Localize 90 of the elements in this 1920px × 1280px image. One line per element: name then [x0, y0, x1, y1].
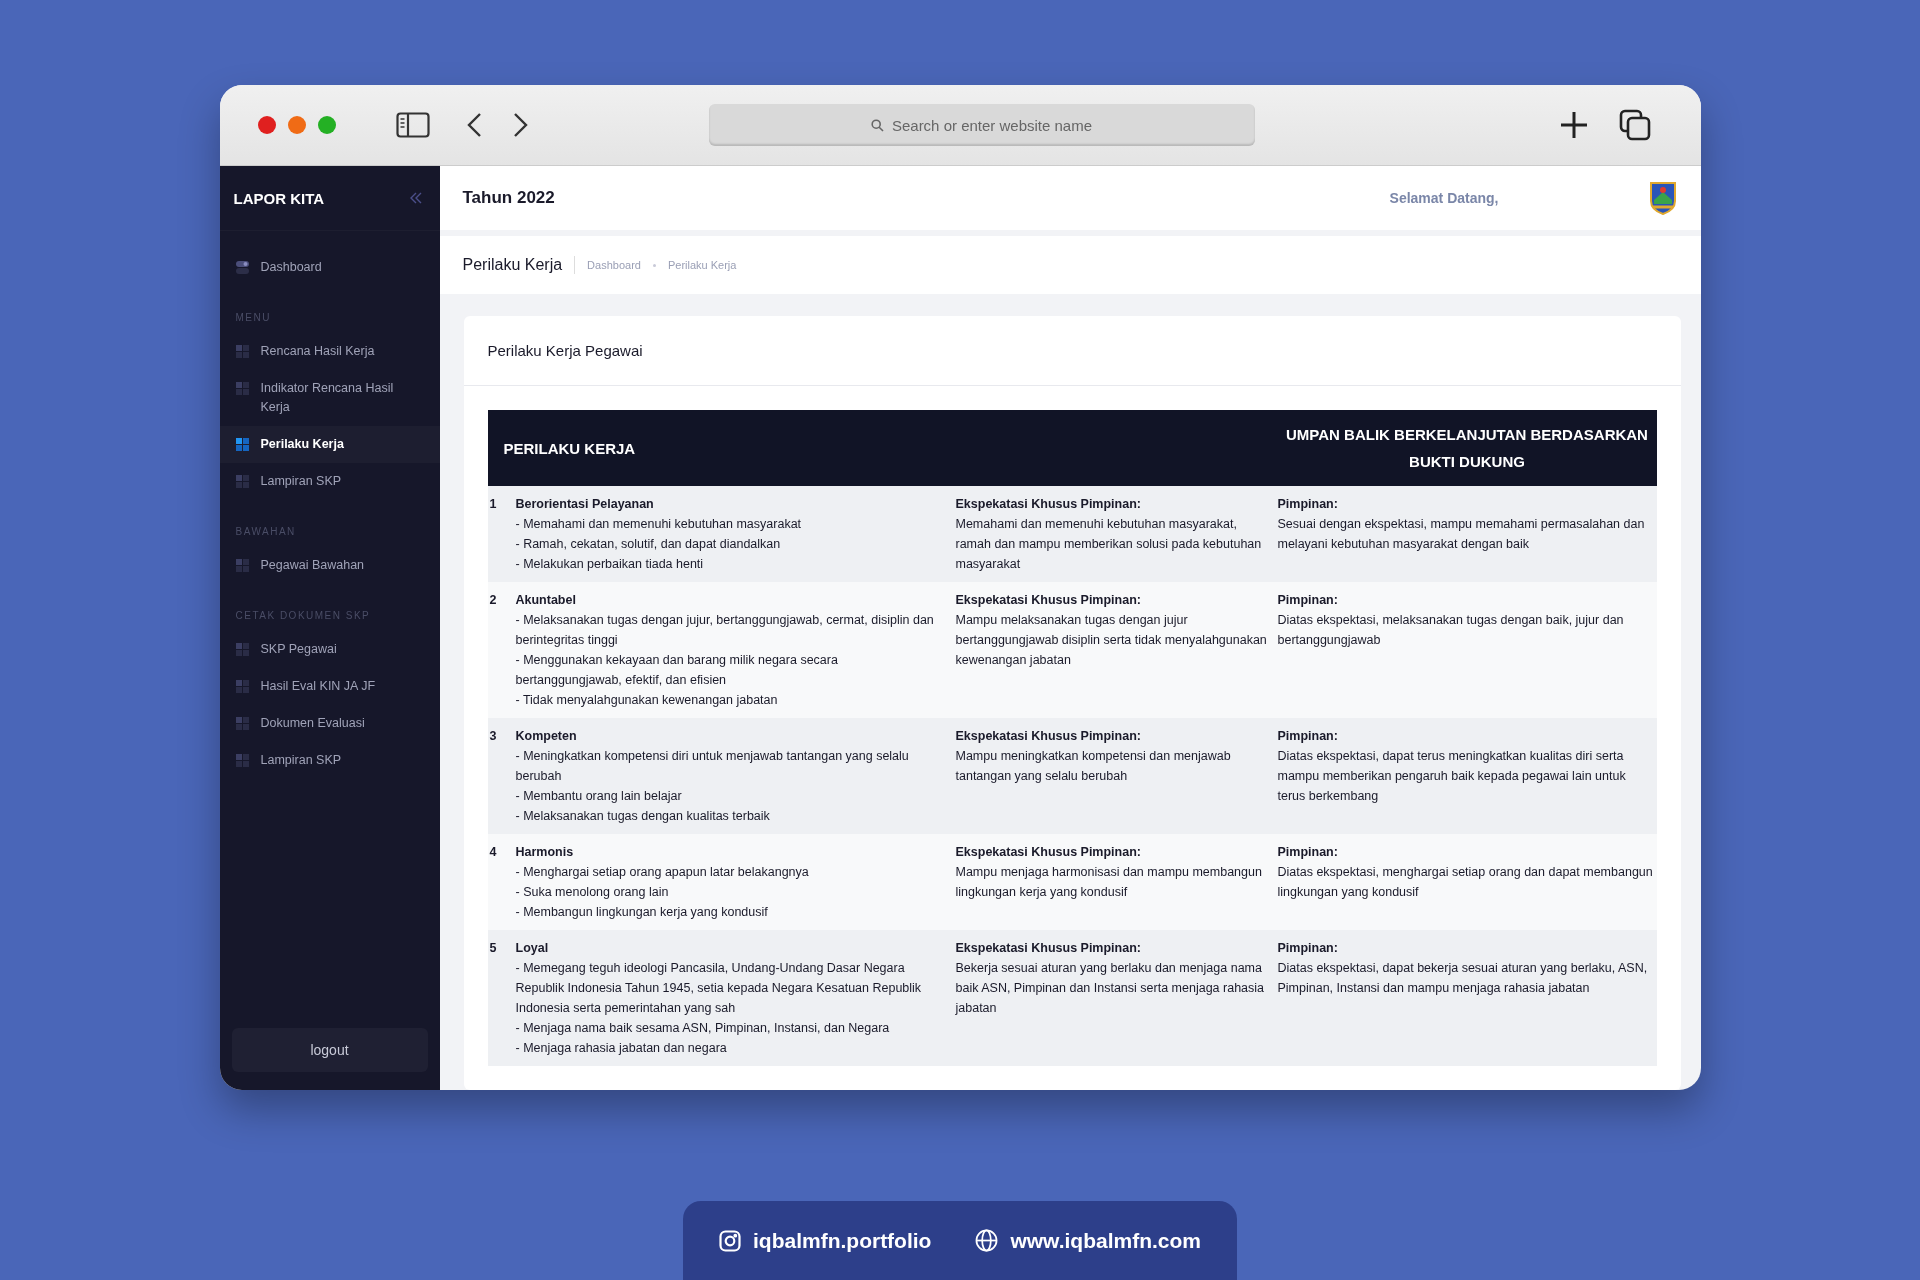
- row-number: 5: [488, 940, 498, 957]
- feedback-label: Pimpinan:: [1277, 592, 1339, 609]
- behavior-point: - Ramah, cekatan, solutif, dan dapat diandalkan: [515, 536, 782, 553]
- page-title: Tahun 2022: [462, 188, 555, 208]
- grid-icon: [235, 559, 249, 572]
- emblem-icon: [1648, 180, 1677, 216]
- feedback-label: Pimpinan:: [1277, 728, 1339, 745]
- credit-link[interactable]: www.iqbalmfn.com: [1010, 1228, 1202, 1253]
- behavior-point: - Membantu orang lain belajar: [515, 788, 683, 805]
- sidebar-item[interactable]: Perilaku Kerja: [219, 426, 440, 463]
- row-number: 2: [488, 592, 498, 609]
- sidebar-icon[interactable]: [395, 112, 430, 138]
- row-number: 1: [488, 496, 498, 513]
- grid-icon: [235, 382, 249, 395]
- expectation-label: Ekspekatasi Khusus Pimpinan:: [955, 728, 1142, 745]
- sidebar-item[interactable]: Rencana Hasil Kerja: [219, 333, 440, 370]
- feedback-label: Pimpinan:: [1277, 940, 1339, 957]
- expectation-label: Ekspekatasi Khusus Pimpinan:: [955, 940, 1142, 957]
- credit-link[interactable]: iqbalmfn.portfolio: [752, 1228, 932, 1253]
- behavior-title: Loyal: [515, 940, 550, 957]
- behavior-point: - Membangun lingkungan kerja yang kondusif: [515, 904, 769, 921]
- feedback-text: Diatas ekspektasi, dapat bekerja sesuai aturan yang berlaku, ASN, Pimpinan, Instansi dan mampu menjaga rahasia jabatan: [1277, 960, 1649, 997]
- behavior-point: - Memahami dan memenuhi kebutuhan masyarakat: [515, 516, 803, 533]
- camera-icon: [718, 1229, 741, 1252]
- minimize-window-button[interactable]: [287, 116, 306, 134]
- grid-icon: [235, 345, 249, 358]
- expectation-label: Ekspekatasi Khusus Pimpinan:: [955, 844, 1142, 861]
- behavior-title: Berorientasi Pelayanan: [515, 496, 655, 513]
- behavior-point: - Memegang teguh ideologi Pancasila, Undang-Undang Dasar Negara Republik Indonesia Tahun 1945, setia kepada Negara Kesatuan Republik Indonesia serta pemerintahan yang sah: [515, 960, 923, 1017]
- row-number: 4: [488, 844, 498, 861]
- column-header: PERILAKU KERJA: [502, 439, 637, 457]
- expectation-text: Bekerja sesuai aturan yang berlaku dan menjaga nama baik ASN, Pimpinan dan Instansi serta menjaga rahasia jabatan: [955, 960, 1265, 1017]
- behavior-point: - Menghargai setiap orang apapun latar belakangnya: [515, 864, 810, 881]
- sidebar-item[interactable]: Dashboard: [219, 249, 440, 286]
- sidebar-item[interactable]: SKP Pegawai: [219, 631, 440, 668]
- back-icon[interactable]: [465, 112, 482, 138]
- feedback-label: Pimpinan:: [1277, 844, 1339, 861]
- sidebar-item[interactable]: Lampiran SKP: [219, 742, 440, 779]
- behavior-point: - Suka menolong orang lain: [515, 884, 670, 901]
- sidebar-item[interactable]: Dokumen Evaluasi: [219, 705, 440, 742]
- behavior-point: - Tidak menyalahgunakan kewenangan jabatan: [515, 692, 779, 709]
- grid-icon: [235, 680, 249, 693]
- section-heading: BAWAHAN: [234, 525, 297, 539]
- grid-icon: [235, 438, 249, 451]
- feedback-text: Sesuai dengan ekspektasi, mampu memahami permasalahan dan melayani kebutuhan masyarakat dengan baik: [1277, 516, 1646, 553]
- feedback-text: Diatas ekspektasi, melaksanakan tugas dengan baik, jujur dan bertanggungjawab: [1277, 612, 1625, 649]
- toggle-icon: [235, 261, 249, 274]
- behavior-point: - Menjaga nama baik sesama ASN, Pimpinan, Instansi, dan Negara: [515, 1020, 891, 1037]
- behavior-title: Harmonis: [515, 844, 575, 861]
- app-brand: LAPOR KITA: [233, 189, 325, 207]
- expectation-text: Mampu menjaga harmonisasi dan mampu membangun lingkungan kerja yang kondusif: [955, 864, 1263, 901]
- behavior-title: Kompeten: [515, 728, 578, 745]
- feedback-text: Diatas ekspektasi, dapat terus meningkatkan kualitas diri serta mampu memberikan pengaruh baik kepada pegawai lain untuk terus berkembang: [1277, 748, 1627, 805]
- grid-icon: [235, 717, 249, 730]
- globe-icon: [975, 1229, 999, 1252]
- behavior-point: - Melakukan perbaikan tiada henti: [515, 556, 705, 573]
- behavior-point: - Melaksanakan tugas dengan jujur, bertanggungjawab, cermat, disiplin dan berintegritas tinggi: [515, 612, 935, 649]
- sidebar-item[interactable]: Lampiran SKP: [219, 463, 440, 500]
- grid-icon: [235, 754, 249, 767]
- card-title: Perilaku Kerja Pegawai: [463, 316, 1681, 386]
- close-window-button[interactable]: [257, 116, 276, 134]
- greeting: Selamat Datang,: [1389, 190, 1499, 206]
- section-heading: CETAK DOKUMEN SKP: [234, 609, 372, 623]
- expectation-label: Ekspekatasi Khusus Pimpinan:: [955, 496, 1142, 513]
- logout-button[interactable]: logout: [231, 1028, 428, 1072]
- address-bar[interactable]: Search or enter website name: [708, 104, 1255, 146]
- behavior-point: - Melaksanakan tugas dengan kualitas terbaik: [515, 808, 771, 825]
- behavior-point: - Menjaga rahasia jabatan dan negara: [515, 1040, 728, 1057]
- row-number: 3: [488, 728, 498, 745]
- new-tab-icon[interactable]: [1558, 110, 1589, 140]
- column-header: UMPAN BALIK BERKELANJUTAN BERDASARKAN BUKTI DUKUNG: [1285, 425, 1649, 472]
- grid-icon: [235, 643, 249, 656]
- forward-icon[interactable]: [512, 112, 529, 138]
- expectation-text: Memahami dan memenuhi kebutuhan masyarakat, ramah dan mampu memberikan solusi pada kebutuhan masyarakat: [955, 516, 1263, 573]
- grid-icon: [235, 475, 249, 488]
- sidebar-item[interactable]: Pegawai Bawahan: [219, 547, 440, 584]
- behavior-point: - Meningkatkan kompetensi diri untuk menjawab tantangan yang selalu berubah: [515, 748, 910, 785]
- behavior-title: Akuntabel: [515, 592, 577, 609]
- section-title: Perilaku Kerja: [462, 256, 576, 274]
- search-icon: [870, 118, 884, 132]
- expectation-label: Ekspekatasi Khusus Pimpinan:: [955, 592, 1142, 609]
- section-heading: MENU: [234, 311, 272, 325]
- expectation-text: Mampu melaksanakan tugas dengan jujur bertanggungjawab disiplin serta tidak menyalahgunakan kewenangan jabatan: [955, 612, 1268, 669]
- behavior-point: - Menggunakan kekayaan dan barang milik negara secara bertanggungjawab, efektif, dan efisien: [515, 652, 839, 689]
- feedback-text: Diatas ekspektasi, menghargai setiap orang dan dapat membangun lingkungan yang kondusif: [1277, 864, 1654, 901]
- tabs-icon[interactable]: [1618, 109, 1651, 141]
- expectation-text: Mampu meningkatkan kompetensi dan menjawab tantangan yang selalu berubah: [955, 748, 1232, 785]
- feedback-label: Pimpinan:: [1277, 496, 1339, 513]
- sidebar-item[interactable]: Indikator Rencana Hasil Kerja: [219, 370, 440, 426]
- sidebar-item[interactable]: Hasil Eval KIN JA JF: [219, 668, 440, 705]
